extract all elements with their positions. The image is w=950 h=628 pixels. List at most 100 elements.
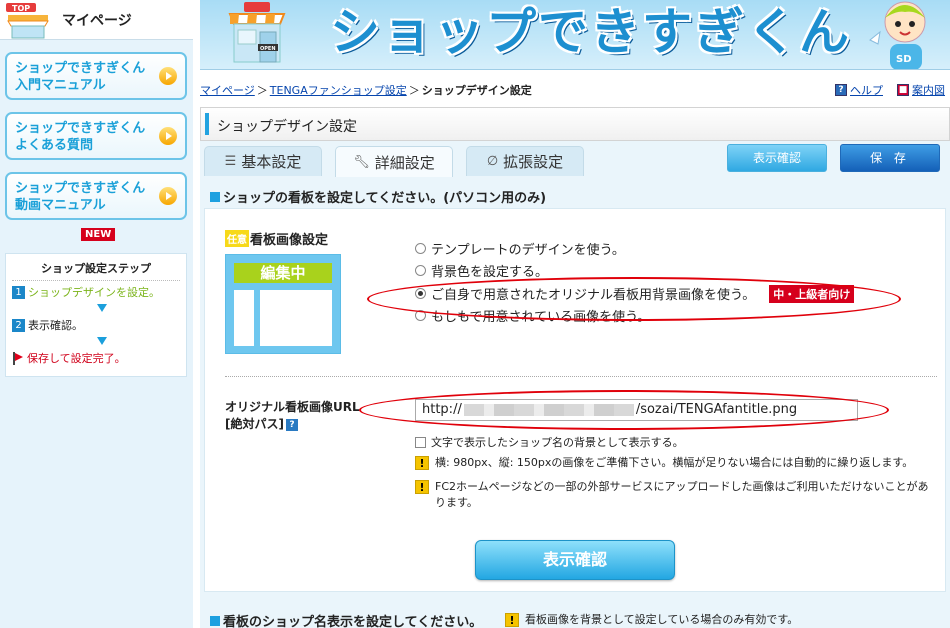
tab-extended-settings[interactable]: ∅ 拡張設定 [466,146,584,176]
save-button[interactable]: 保 存 [840,144,940,172]
tab-label: 詳細設定 [374,153,435,172]
image-setting-title: 看板画像設定 [250,233,329,248]
arrow-right-icon [159,67,177,85]
help-link[interactable]: ? ヘルプ [835,82,883,98]
radio-label: ご自身で用意されたオリジナル看板用背景画像を使う。 [431,288,756,303]
radio-button[interactable] [415,310,426,321]
url-label-line1: オリジナル看板画像URL [225,400,360,414]
section-note-text: 看板画像を背景として設定している場合のみ有効です。 [525,613,799,626]
section-heading-shopname: 看板のショップ名表示を設定してください。 [210,611,482,628]
checkbox[interactable] [415,436,426,448]
sidebar: TOP マイページ ショップできすぎくん 入門マニュアル ショップできすぎくん … [0,0,193,628]
down-arrow-icon [97,304,107,312]
manual-link-faq[interactable]: ショップできすぎくん よくある質問 [5,112,187,160]
mascot-icon: SD [860,0,940,69]
editing-preview-illustration: 編集中 [225,254,341,354]
mypage-header[interactable]: TOP マイページ [0,0,193,40]
preview-column-right [260,290,332,346]
guide-link-label[interactable]: 案内図 [912,82,945,98]
breadcrumb-link-shop-settings[interactable]: TENGAファンショップ設定 [270,84,407,97]
section-heading-text: ショップの看板を設定してください。(パソコン用のみ) [223,191,547,206]
shop-icon: OPEN [222,0,292,64]
step-label: ショップデザインを設定。 [28,286,160,299]
svg-text:TOP: TOP [12,4,30,13]
warning-size: ! 横: 980px、縦: 150pxの画像をご準備下さい。横幅が足りない場合に… [415,455,935,471]
square-bullet-icon [210,191,220,202]
url-value-prefix: http:// [422,402,462,417]
radio-option-background-color[interactable]: 背景色を設定する。 [415,261,548,280]
svg-text:OPEN: OPEN [260,46,276,52]
help-icon[interactable]: ? [285,418,298,431]
radio-button[interactable] [415,243,426,254]
manual-link-beginner[interactable]: ショップできすぎくん 入門マニュアル [5,52,187,100]
radio-option-moshimo-image[interactable]: もしもで用意されている画像を使う。 [415,306,650,325]
radio-label: テンプレートのデザインを使う。 [431,243,625,258]
radio-button[interactable] [415,265,426,276]
step-3: 保存して設定完了。 [12,350,126,366]
warning-icon: ! [415,480,429,494]
square-bullet-icon [210,615,220,626]
tab-basic-settings[interactable]: ☰ 基本設定 [204,146,322,176]
mypage-shop-icon: TOP [4,1,54,39]
warning-text: FC2ホームページなどの一部の外部サービスにアップロードした画像はご利用いただけ… [435,480,929,509]
step-label: 保存して設定完了。 [27,352,126,365]
preview-button[interactable]: 表示確認 [727,144,827,172]
tab-label: 基本設定 [241,153,302,171]
tab-detail-settings[interactable]: 🔧︎ 詳細設定 [335,146,453,177]
list-icon: ☰ [224,154,237,169]
section-note-shopname: ! 看板画像を背景として設定している場合のみ有効です。 [505,611,798,627]
radio-option-original-image[interactable]: ご自身で用意されたオリジナル看板用背景画像を使う。 中・上級者向け [415,284,855,303]
preview-column-left [234,290,254,346]
url-label: オリジナル看板画像URL [絶対パス]? [225,399,360,433]
step-number: 2 [12,318,25,332]
radio-label: 背景色を設定する。 [431,265,549,280]
breadcrumb-current: ショップデザイン設定 [421,84,532,97]
preview-button-main[interactable]: 表示確認 [475,540,675,580]
step-label: 表示確認。 [28,319,83,332]
warning-icon: ! [505,612,519,627]
checkbox-label: 文字で表示したショップ名の背景として表示する。 [431,436,684,449]
signboard-form: 任意 看板画像設定 編集中 テンプレートのデザインを使う。 背景色を設定する。 … [204,208,946,592]
help-icon: ? [835,84,847,96]
radio-label: もしもで用意されている画像を使う。 [431,310,651,325]
manual-link-video[interactable]: ショップできすぎくん 動画マニュアル [5,172,187,220]
steps-title: ショップ設定ステップ [12,254,180,281]
level-badge: 中・上級者向け [769,284,855,303]
background-checkbox-row[interactable]: 文字で表示したショップ名の背景として表示する。 [415,434,684,450]
section-heading: ショップの看板を設定してください。(パソコン用のみ) [210,187,546,206]
manual-link-line2: よくある質問 [15,138,94,153]
preview-editing-label: 編集中 [234,263,332,283]
step-2: 2 表示確認。 [12,317,83,333]
manual-link-line1: ショップできすぎくん [15,61,146,76]
shop-design-panel: ショップデザイン設定 ☰ 基本設定 🔧︎ 詳細設定 ∅ 拡張設定 表示確認 保 … [200,107,950,628]
paperclip-icon: ∅ [486,154,499,169]
breadcrumb: マイページ＞ TENGAファンショップ設定＞ショップデザイン設定 [200,82,532,98]
svg-text:SD: SD [896,54,912,65]
wrench-icon: 🔧︎ [353,154,370,170]
manual-link-line1: ショップできすぎくん [15,121,146,136]
banner-title: ショップできすぎくん [330,3,851,61]
new-badge: NEW [81,228,116,241]
map-icon: ■ [897,84,909,96]
original-image-url-input[interactable]: http:// /sozai/TENGAfantitle.png [415,399,858,421]
breadcrumb-separator: ＞ [256,84,268,97]
manual-link-line2: 入門マニュアル [15,78,106,93]
help-link-label[interactable]: ヘルプ [850,82,883,98]
url-label-line2: [絶対パス] [225,417,284,431]
breadcrumb-link-mypage[interactable]: マイページ [200,84,255,97]
manual-link-line1: ショップできすぎくん [15,181,146,196]
optional-badge: 任意 [225,230,249,247]
radio-option-template[interactable]: テンプレートのデザインを使う。 [415,239,625,258]
warning-external: ! FC2ホームページなどの一部の外部サービスにアップロードした画像はご利用いた… [415,479,935,511]
down-arrow-icon [97,337,107,345]
flag-icon [12,351,24,365]
panel-header: ショップデザイン設定 [200,107,950,141]
warning-icon: ! [415,456,429,470]
section-heading-text: 看板のショップ名表示を設定してください。 [223,615,483,628]
step-1: 1 ショップデザインを設定。 [12,284,160,300]
page-title: ショップデザイン設定 [217,119,357,135]
shop-setup-steps: ショップ設定ステップ 1 ショップデザインを設定。 2 表示確認。 保存して設定… [5,253,187,377]
redacted-url-segment [463,403,634,416]
guide-link[interactable]: ■ 案内図 [897,82,945,98]
radio-button-selected[interactable] [415,288,426,299]
